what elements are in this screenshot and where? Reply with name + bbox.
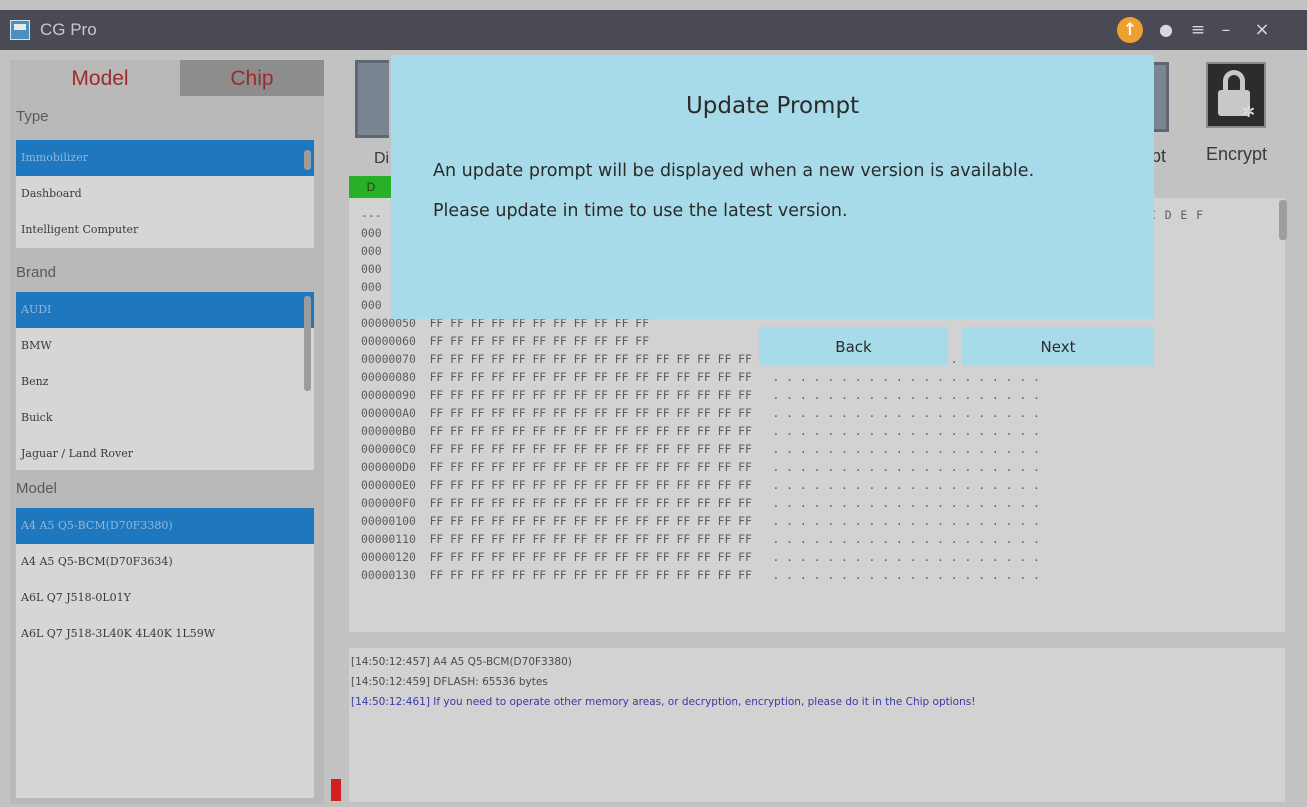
log-timestamp: [14:50:12:461] (351, 696, 430, 708)
log-panel: [14:50:12:457] A4 A5 Q5-BCM(D70F3380) [14… (349, 648, 1285, 802)
log-line: [14:50:12:461] If you need to operate ot… (351, 696, 975, 708)
list-item[interactable]: Buick (16, 400, 314, 436)
model-section-title: Model (16, 480, 57, 497)
app-window: CG Pro ↑ ● ≡ – × Model Chip Type Immobil… (0, 0, 1307, 807)
minimize-icon[interactable]: – (1215, 17, 1237, 43)
list-item[interactable]: BMW (16, 328, 314, 364)
lock-gear-icon: ✲ (1206, 62, 1266, 128)
brand-list-scrollbar[interactable] (304, 296, 311, 391)
tab-chip[interactable]: Chip (180, 60, 324, 96)
hex-row: 00000120 FF FF FF FF FF FF FF FF FF FF F… (361, 550, 1040, 564)
list-item[interactable]: A6L Q7 J518-3L40K 4L40K 1L59W (16, 616, 314, 652)
title-bar: CG Pro ↑ ● ≡ – × (0, 10, 1307, 50)
hex-row: 00000090 FF FF FF FF FF FF FF FF FF FF F… (361, 388, 1040, 402)
list-item[interactable]: Intelligent Computer (16, 212, 314, 248)
type-section-title: Type (16, 108, 49, 125)
model-list: A4 A5 Q5-BCM(D70F3380) A4 A5 Q5-BCM(D70F3… (16, 508, 314, 798)
type-list: Immobilizer Dashboard Intelligent Computer (16, 140, 314, 248)
menu-icon[interactable]: ≡ (1187, 17, 1209, 43)
hex-row: 000000C0 FF FF FF FF FF FF FF FF FF FF F… (361, 442, 1040, 456)
hex-row: 00000080 FF FF FF FF FF FF FF FF FF FF F… (361, 370, 1040, 384)
hex-row: 00000100 FF FF FF FF FF FF FF FF FF FF F… (361, 514, 1040, 528)
brand-section-title: Brand (16, 264, 57, 281)
close-icon[interactable]: × (1244, 17, 1280, 43)
log-message: If you need to operate other memory area… (433, 696, 976, 708)
log-line: [14:50:12:459] DFLASH: 65536 bytes (351, 676, 548, 688)
log-line: [14:50:12:457] A4 A5 Q5-BCM(D70F3380) (351, 656, 572, 668)
list-item[interactable]: AUDI (16, 292, 314, 328)
list-item[interactable]: A4 A5 Q5-BCM(D70F3634) (16, 544, 314, 580)
user-icon[interactable]: ● (1155, 17, 1177, 43)
list-item[interactable]: Benz (16, 364, 314, 400)
update-prompt-dialog: Update Prompt An update prompt will be d… (391, 55, 1154, 319)
list-item[interactable]: Jaguar / Land Rover (16, 436, 314, 470)
hex-row: 000000F0 FF FF FF FF FF FF FF FF FF FF F… (361, 496, 1040, 510)
list-item[interactable]: A4 A5 Q5-BCM(D70F3380) (16, 508, 314, 544)
display-label: Di (374, 150, 390, 167)
hex-row: 00000110 FF FF FF FF FF FF FF FF FF FF F… (361, 532, 1040, 546)
hex-row: 000000E0 FF FF FF FF FF FF FF FF FF FF F… (361, 478, 1040, 492)
update-icon[interactable]: ↑ (1117, 17, 1143, 43)
hex-scrollbar[interactable] (1279, 200, 1287, 240)
status-green-tab[interactable]: D (349, 176, 393, 198)
log-timestamp: [14:50:12:459] (351, 676, 430, 688)
back-button[interactable]: Back (759, 327, 948, 365)
dialog-message-line-1: An update prompt will be displayed when … (433, 161, 1035, 181)
log-timestamp: [14:50:12:457] (351, 656, 430, 668)
hex-column-header: C D E F (1149, 208, 1205, 222)
hex-row: 000000B0 FF FF FF FF FF FF FF FF FF FF F… (361, 424, 1040, 438)
window-title: CG Pro (40, 20, 97, 39)
red-marker-icon (331, 779, 341, 801)
hex-row: 00000130 FF FF FF FF FF FF FF FF FF FF F… (361, 568, 1040, 582)
list-item[interactable]: A6L Q7 J518-0L01Y (16, 580, 314, 616)
log-message: DFLASH: 65536 bytes (433, 676, 548, 688)
brand-list: AUDI BMW Benz Buick Jaguar / Land Rover (16, 292, 314, 470)
tab-model[interactable]: Model (20, 60, 180, 96)
dialog-message-line-2: Please update in time to use the latest … (433, 201, 848, 221)
left-panel: Model Chip Type Immobilizer Dashboard Inte… (10, 60, 324, 804)
dialog-title: Update Prompt (685, 93, 860, 119)
hex-row: 000000D0 FF FF FF FF FF FF FF FF FF FF F… (361, 460, 1040, 474)
display-file-icon[interactable] (355, 60, 389, 138)
decrypt-icon[interactable] (1153, 62, 1169, 132)
log-message: A4 A5 Q5-BCM(D70F3380) (433, 656, 572, 668)
app-logo-icon (10, 20, 30, 40)
list-item[interactable]: Dashboard (16, 176, 314, 212)
hex-row: 000000A0 FF FF FF FF FF FF FF FF FF FF F… (361, 406, 1040, 420)
encrypt-button[interactable]: ✲ Encrypt (1196, 60, 1300, 170)
next-button[interactable]: Next (962, 327, 1154, 365)
encrypt-label: Encrypt (1206, 144, 1268, 164)
list-item[interactable]: Immobilizer (16, 140, 314, 176)
type-list-scrollbar[interactable] (304, 150, 311, 170)
